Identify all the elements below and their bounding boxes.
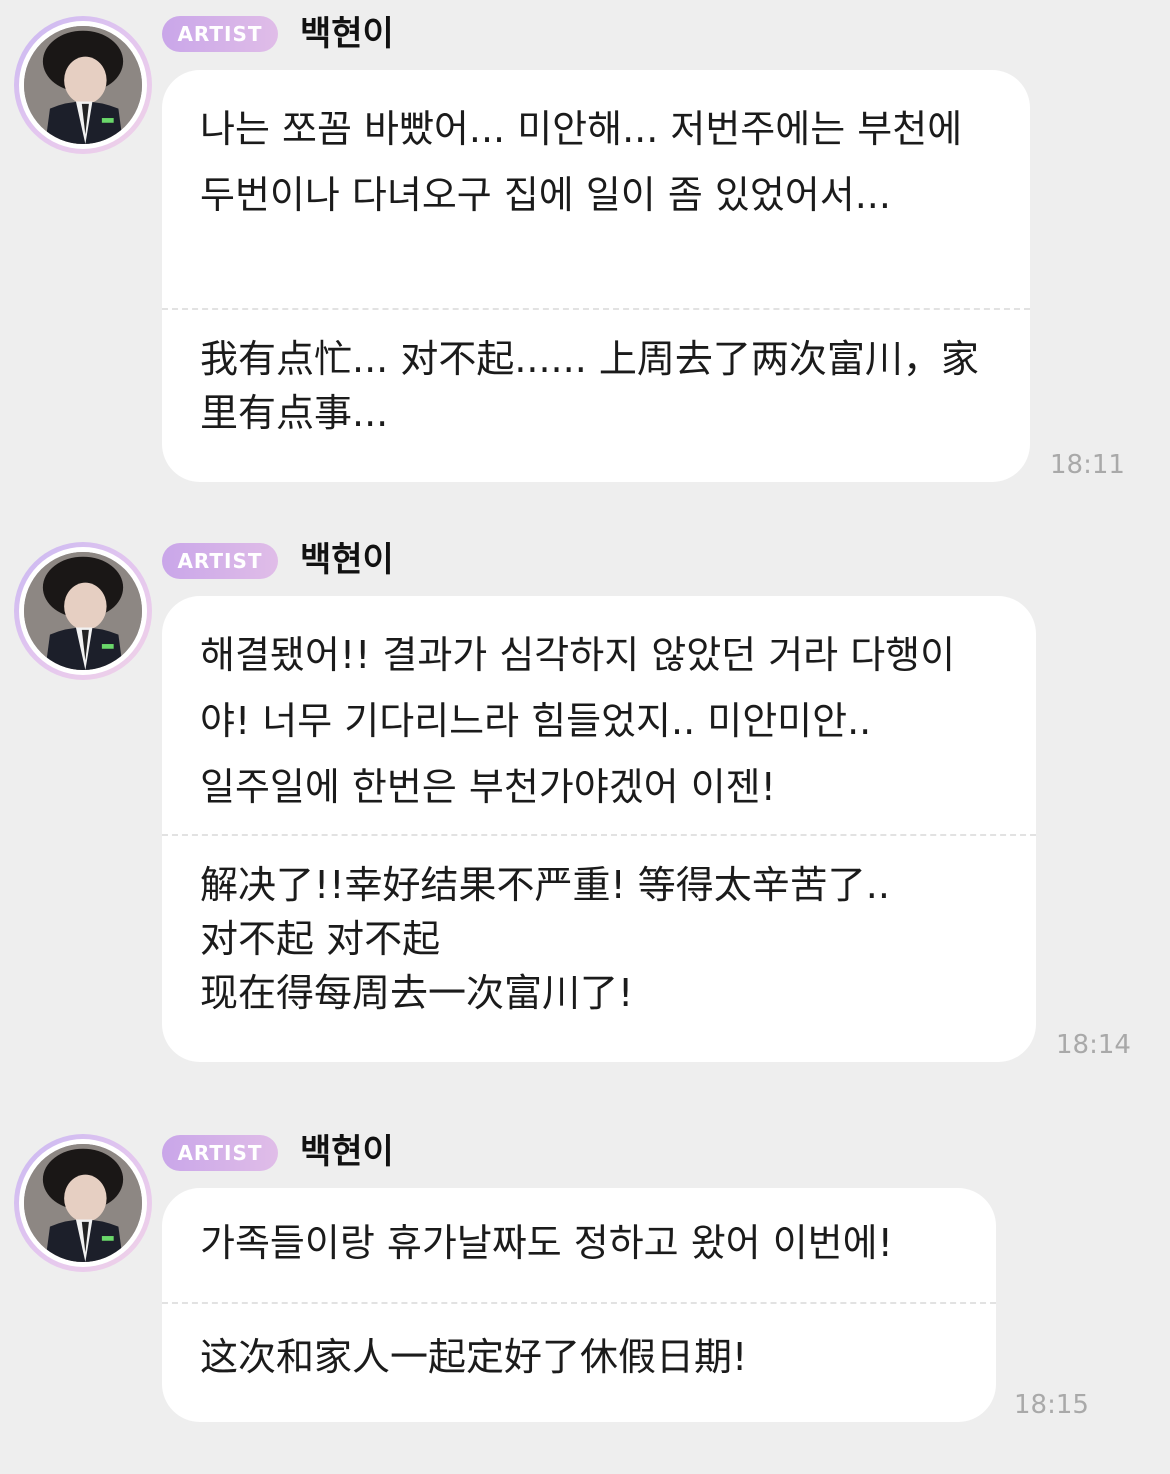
message-text-korean: 해결됐어!! 결과가 심각하지 않았던 거라 다행이야! 너무 기다리느라 힘들… — [200, 633, 956, 809]
message-bubble[interactable]: 가족들이랑 휴가날짜도 정하고 왔어 이번에! 这次和家人一起定好了休假日期! — [162, 1188, 996, 1422]
profile-photo-icon — [24, 552, 142, 670]
message-text-chinese: 解决了!!幸好结果不严重! 等得太辛苦了.. 对不起 对不起 现在得每周去一次富… — [200, 863, 890, 1015]
message-timestamp: 18:15 — [1014, 1390, 1089, 1420]
sender-name: 백현이 — [300, 1132, 394, 1172]
sender-name: 백현이 — [300, 540, 394, 580]
artist-badge: ARTIST — [162, 543, 278, 579]
message-bubble[interactable]: 나는 쪼꼼 바빴어... 미안해... 저번주에는 부천에 두번이나 다녀오구 … — [162, 70, 1030, 482]
avatar[interactable] — [14, 1134, 152, 1272]
artist-badge: ARTIST — [162, 16, 278, 52]
message-timestamp: 18:14 — [1056, 1030, 1131, 1060]
message-bubble[interactable]: 해결됐어!! 결과가 심각하지 않았던 거라 다행이야! 너무 기다리느라 힘들… — [162, 596, 1036, 1062]
profile-photo-icon — [24, 1144, 142, 1262]
avatar[interactable] — [14, 542, 152, 680]
profile-photo-icon — [24, 26, 142, 144]
message-timestamp: 18:11 — [1050, 450, 1125, 480]
message-text-korean: 가족들이랑 휴가날짜도 정하고 왔어 이번에! — [200, 1221, 893, 1265]
message-text-korean: 나는 쪼꼼 바빴어... 미안해... 저번주에는 부천에 두번이나 다녀오구 … — [200, 107, 963, 217]
artist-badge: ARTIST — [162, 1135, 278, 1171]
avatar[interactable] — [14, 16, 152, 154]
message-text-chinese: 这次和家人一起定好了休假日期! — [200, 1335, 748, 1379]
sender-name: 백현이 — [300, 14, 394, 54]
message-text-chinese: 我有点忙... 对不起...... 上周去了两次富川，家里有点事... — [200, 337, 979, 435]
